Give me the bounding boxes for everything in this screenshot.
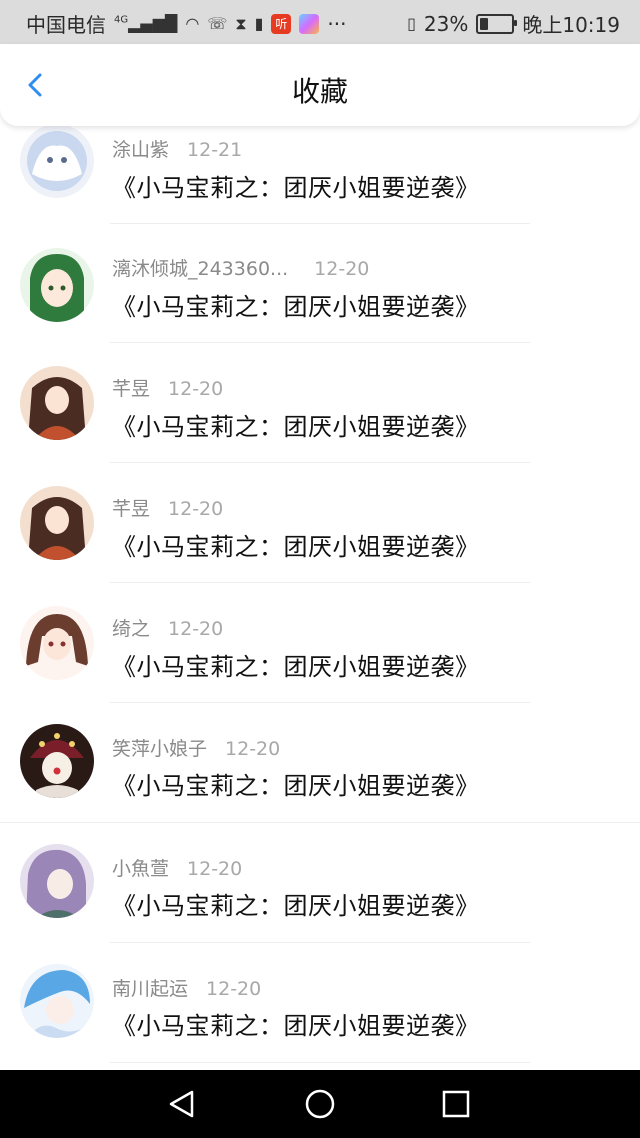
divider bbox=[110, 942, 530, 943]
wifi-icon: ◠ bbox=[185, 14, 200, 33]
item-meta: 漓沐倾城_243360... 12-20 bbox=[112, 254, 369, 281]
list-item[interactable]: 漓沐倾城_243360... 12-20 《小马宝莉之：团厌小姐要逆袭》 bbox=[0, 224, 640, 343]
list-item[interactable]: 笑萍小娘子 12-20 《小马宝莉之：团厌小姐要逆袭》 bbox=[0, 704, 640, 823]
battery-percent: 23% bbox=[423, 11, 469, 36]
listen-app-icon: 听 bbox=[271, 13, 292, 34]
item-subject[interactable]: 《小马宝莉之：团厌小姐要逆袭》 bbox=[112, 407, 480, 442]
avatar[interactable] bbox=[20, 248, 94, 322]
status-bar: 中国电信 4G▂▄▆█ ◠ ☏ ⧗ ▮ 听 ··· ▯ 23% 晚上10:19 bbox=[0, 0, 640, 44]
triangle-back-icon bbox=[169, 1090, 194, 1118]
carrier-label: 中国电信 bbox=[26, 13, 106, 37]
item-date: 12-20 bbox=[206, 978, 262, 1000]
item-meta: 涂山紫 12-21 bbox=[112, 135, 242, 162]
item-subject[interactable]: 《小马宝莉之：团厌小姐要逆袭》 bbox=[112, 527, 480, 562]
avatar[interactable] bbox=[20, 366, 94, 440]
divider bbox=[110, 702, 530, 703]
author-name: 芊昱 bbox=[112, 498, 151, 520]
item-subject[interactable]: 《小马宝莉之：团厌小姐要逆袭》 bbox=[112, 168, 480, 203]
item-subject[interactable]: 《小马宝莉之：团厌小姐要逆袭》 bbox=[112, 287, 480, 322]
list-item[interactable]: 绮之 12-20 《小马宝莉之：团厌小姐要逆袭》 bbox=[0, 584, 640, 703]
author-name: 涂山紫 bbox=[112, 139, 170, 161]
item-meta: 绮之 12-20 bbox=[112, 614, 223, 641]
app-header: 收藏 bbox=[0, 44, 640, 126]
item-date: 12-21 bbox=[187, 139, 243, 161]
item-date: 12-20 bbox=[225, 738, 281, 760]
hourglass-icon: ⧗ bbox=[235, 13, 247, 33]
more-notifications: ··· bbox=[327, 11, 347, 36]
author-name: 漓沐倾城_243360... bbox=[112, 258, 289, 280]
list-item[interactable]: 南川起运 12-20 《小马宝莉之：团厌小姐要逆袭》 bbox=[0, 944, 640, 1063]
item-subject[interactable]: 《小马宝莉之：团厌小姐要逆袭》 bbox=[112, 1006, 480, 1041]
avatar-brown-hair-girl-image bbox=[20, 606, 94, 680]
nav-home-button[interactable] bbox=[304, 1088, 336, 1120]
item-date: 12-20 bbox=[168, 378, 224, 400]
avatar[interactable] bbox=[20, 126, 94, 198]
item-date: 12-20 bbox=[187, 858, 243, 880]
item-date: 12-20 bbox=[314, 258, 370, 280]
avatar-green-hair-image bbox=[20, 248, 94, 322]
list-item[interactable]: 小魚萱 12-20 《小马宝莉之：团厌小姐要逆袭》 bbox=[0, 824, 640, 943]
author-name: 小魚萱 bbox=[112, 858, 170, 880]
divider bbox=[110, 342, 530, 343]
status-bar-right: ▯ 23% 晚上10:19 bbox=[407, 9, 620, 38]
item-meta: 南川起运 12-20 bbox=[112, 974, 261, 1001]
missed-call-icon: ☏ bbox=[207, 14, 228, 33]
item-meta: 小魚萱 12-20 bbox=[112, 854, 242, 881]
clock: 晚上10:19 bbox=[522, 13, 620, 37]
vibrate-icon: ▯ bbox=[407, 14, 416, 33]
avatar-clown-image bbox=[20, 724, 94, 798]
item-subject[interactable]: 《小马宝莉之：团厌小姐要逆袭》 bbox=[112, 647, 480, 682]
battery-level bbox=[480, 17, 489, 30]
avatar[interactable] bbox=[20, 964, 94, 1038]
divider bbox=[110, 462, 530, 463]
battery-icon bbox=[476, 13, 518, 34]
author-name: 南川起运 bbox=[112, 978, 189, 1000]
nav-back-button[interactable] bbox=[166, 1088, 198, 1120]
divider bbox=[110, 1062, 530, 1063]
signal-icon: 4G▂▄▆█ bbox=[114, 14, 178, 33]
item-meta: 芊昱 12-20 bbox=[112, 494, 223, 521]
item-subject[interactable]: 《小马宝莉之：团厌小姐要逆袭》 bbox=[112, 766, 480, 801]
author-name: 芊昱 bbox=[112, 378, 151, 400]
author-name: 笑萍小娘子 bbox=[112, 738, 208, 760]
avatar[interactable] bbox=[20, 606, 94, 680]
avatar-fox-image bbox=[20, 126, 94, 198]
item-date: 12-20 bbox=[168, 498, 224, 520]
network-type: 4G bbox=[114, 14, 129, 26]
item-meta: 芊昱 12-20 bbox=[112, 374, 223, 401]
favorites-list[interactable]: 涂山紫 12-21 《小马宝莉之：团厌小姐要逆袭》 漓沐倾城_243360... 1… bbox=[0, 126, 640, 1070]
divider bbox=[0, 822, 640, 823]
page-title: 收藏 bbox=[291, 75, 348, 108]
author-name: 绮之 bbox=[112, 618, 151, 640]
circle-home-icon bbox=[305, 1089, 335, 1119]
avatar[interactable] bbox=[20, 486, 94, 560]
colorful-app-icon bbox=[299, 13, 320, 34]
system-nav-bar bbox=[0, 1070, 640, 1138]
avatar[interactable] bbox=[20, 844, 94, 918]
avatar-kimono-girl-image bbox=[20, 486, 94, 560]
battery-small-icon: ▮ bbox=[254, 14, 264, 33]
nav-recent-button[interactable] bbox=[440, 1088, 472, 1120]
item-subject[interactable]: 《小马宝莉之：团厌小姐要逆袭》 bbox=[112, 886, 480, 921]
item-date: 12-20 bbox=[168, 618, 224, 640]
avatar-blue-hair-image bbox=[20, 964, 94, 1038]
list-item[interactable]: 芊昱 12-20 《小马宝莉之：团厌小姐要逆袭》 bbox=[0, 344, 640, 463]
item-meta: 笑萍小娘子 12-20 bbox=[112, 734, 280, 761]
status-bar-left: 中国电信 4G▂▄▆█ ◠ ☏ ⧗ ▮ 听 ··· bbox=[26, 9, 346, 38]
avatar-kimono-girl-image bbox=[20, 366, 94, 440]
avatar[interactable] bbox=[20, 724, 94, 798]
divider bbox=[110, 582, 530, 583]
square-recent-icon bbox=[442, 1090, 470, 1118]
avatar-purple-hair-image bbox=[20, 844, 94, 918]
list-item[interactable]: 芊昱 12-20 《小马宝莉之：团厌小姐要逆袭》 bbox=[0, 464, 640, 583]
list-item[interactable]: 涂山紫 12-21 《小马宝莉之：团厌小姐要逆袭》 bbox=[0, 126, 640, 224]
